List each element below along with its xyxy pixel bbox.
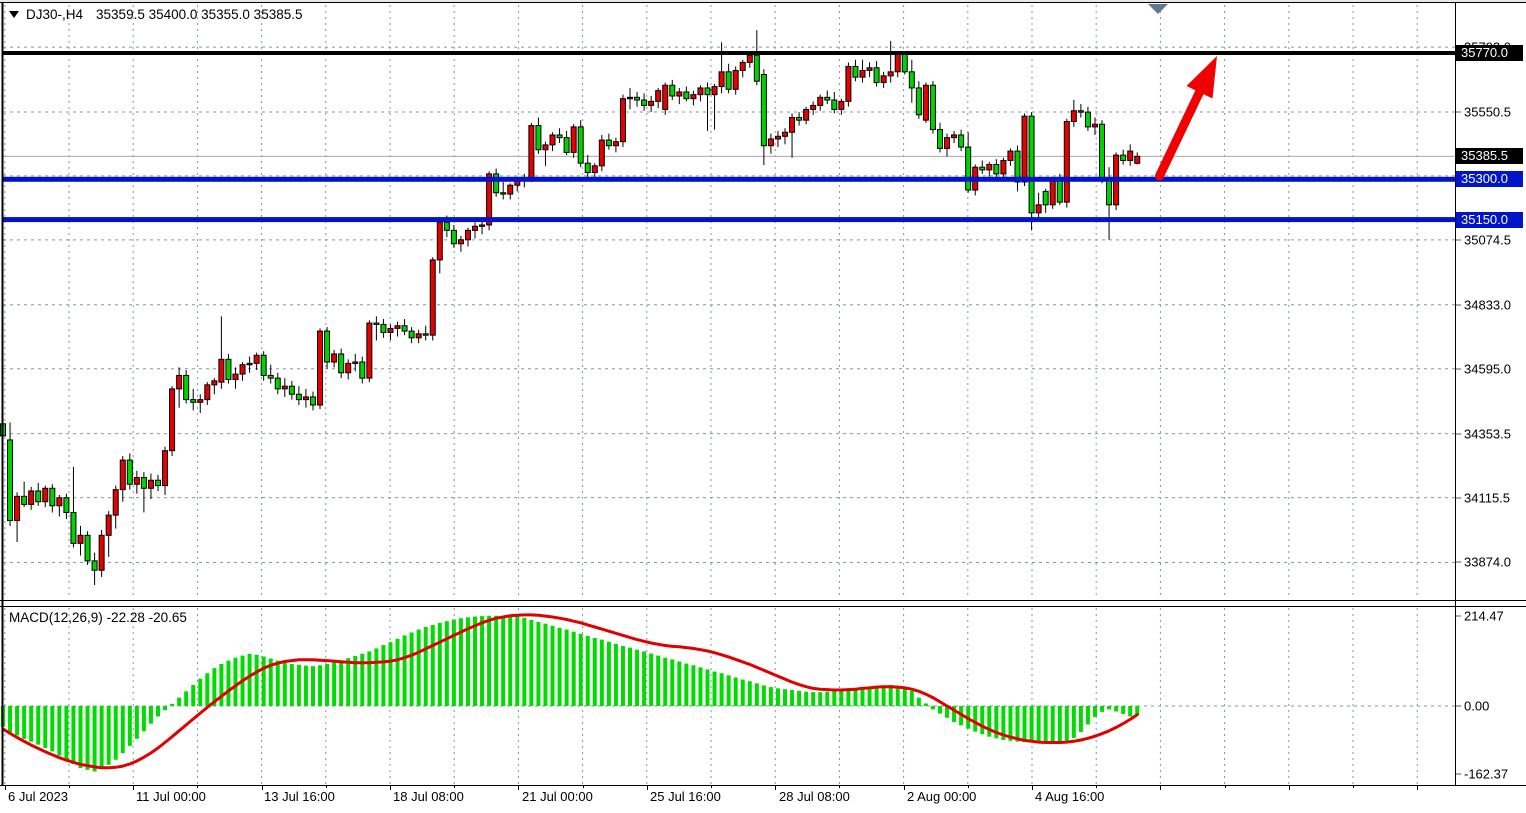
time-tick [326, 785, 327, 788]
time-tick [711, 785, 712, 788]
symbol-dropdown-icon[interactable] [9, 11, 19, 18]
time-label-13-Jul-16-00: 13 Jul 16:00 [264, 789, 335, 804]
price-badge-35150.0: 35150.0 [1456, 212, 1523, 228]
price-tick [1456, 239, 1461, 240]
time-tick [5, 785, 6, 790]
price-label-34353.5: 34353.5 [1464, 426, 1511, 441]
scroll-to-end-marker-icon[interactable] [1148, 4, 1168, 14]
time-label-25-Jul-16-00: 25 Jul 16:00 [650, 789, 721, 804]
time-tick [1032, 785, 1033, 790]
time-tick [1225, 785, 1226, 788]
time-tick [968, 785, 969, 788]
trend-arrow[interactable] [1160, 56, 1218, 176]
price-tick [1456, 304, 1461, 305]
chart-window: DJ30-,H4 35359.5 35400.0 35355.0 35385.5… [0, 0, 1526, 813]
time-tick [262, 785, 263, 790]
time-tick [390, 785, 391, 790]
price-label-35550.5: 35550.5 [1464, 104, 1511, 119]
chart-canvas[interactable] [0, 0, 1526, 813]
time-tick [1096, 785, 1097, 788]
price-badge-35300.0: 35300.0 [1456, 171, 1523, 187]
candlesticks [1, 30, 1140, 585]
time-label-18-Jul-08-00: 18 Jul 08:00 [393, 789, 464, 804]
macd-signal-line [3, 615, 1137, 768]
macd-tick [1456, 774, 1461, 775]
price-label-34115.5: 34115.5 [1464, 490, 1510, 505]
macd-tick [1456, 615, 1461, 616]
time-tick [904, 785, 905, 790]
time-label-4-Aug-16-00: 4 Aug 16:00 [1035, 789, 1104, 804]
price-badge-35385.5: 35385.5 [1456, 148, 1523, 164]
price-label-35074.5: 35074.5 [1464, 232, 1511, 247]
time-tick [518, 785, 519, 790]
price-label-34595.0: 34595.0 [1464, 361, 1511, 376]
time-tick [1353, 785, 1354, 788]
time-tick [454, 785, 455, 788]
price-label-33874.0: 33874.0 [1464, 555, 1511, 570]
ohlc-values-label: 35359.5 35400.0 35355.0 35385.5 [96, 7, 302, 22]
time-tick [133, 785, 134, 790]
macd-histogram [1, 616, 1139, 772]
symbol-period-label: DJ30-,H4 [26, 7, 83, 22]
time-tick [775, 785, 776, 790]
time-tick [1289, 785, 1290, 790]
macd-tick [1456, 706, 1461, 707]
price-tick [1456, 433, 1461, 434]
time-label-11-Jul-00-00: 11 Jul 00:00 [136, 789, 206, 804]
price-tick [1456, 111, 1461, 112]
macd-label: MACD(12,26,9) [9, 610, 103, 625]
time-label-28-Jul-08-00: 28 Jul 08:00 [779, 789, 850, 804]
macd-label-0.00: 0.00 [1464, 699, 1489, 714]
price-tick [1456, 562, 1461, 563]
level-line-35770 [3, 51, 1455, 55]
price-tick [1456, 497, 1461, 498]
time-tick [647, 785, 648, 790]
price-tick [1456, 368, 1461, 369]
level-line-35150 [3, 217, 1455, 222]
time-tick [197, 785, 198, 788]
level-line-35300 [3, 177, 1455, 182]
time-tick [1160, 785, 1161, 790]
time-tick [583, 785, 584, 788]
macd-values-label: -22.28 -20.65 [107, 610, 187, 625]
time-label-6-Jul-2023: 6 Jul 2023 [8, 789, 68, 804]
time-label-21-Jul-00-00: 21 Jul 00:00 [522, 789, 593, 804]
time-tick [69, 785, 70, 788]
macd-label-214.47: 214.47 [1464, 608, 1504, 623]
price-badge-35770.0: 35770.0 [1456, 45, 1523, 61]
time-tick [1417, 785, 1418, 790]
time-tick [839, 785, 840, 788]
macd-legend: MACD(12,26,9) -22.28 -20.65 [9, 610, 187, 625]
price-label-34833.0: 34833.0 [1464, 297, 1511, 312]
macd-label--162.37: -162.37 [1464, 767, 1508, 782]
time-label-2-Aug-00-00: 2 Aug 00:00 [907, 789, 976, 804]
symbol-legend: DJ30-,H4 35359.5 35400.0 35355.0 35385.5 [9, 7, 302, 22]
